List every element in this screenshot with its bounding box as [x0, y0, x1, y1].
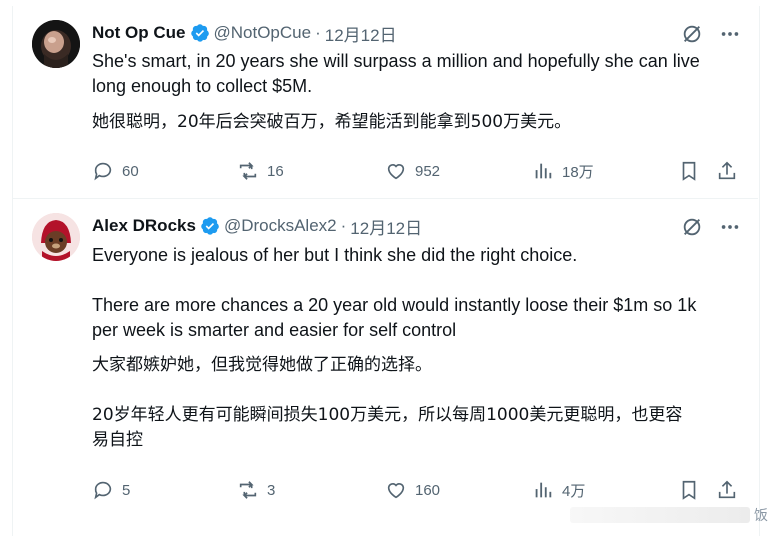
views-count: 4万: [562, 482, 586, 500]
grok-icon[interactable]: [680, 22, 704, 46]
translation-text: 大家都嫉妒她，但我觉得她做了正确的选择。 20岁年轻人更有可能瞬间损失100万美…: [92, 353, 752, 453]
author-name[interactable]: Alex DRocks: [92, 216, 196, 236]
like-count: 160: [415, 481, 441, 499]
tweet[interactable]: Not Op Cue @NotOpCue · 12月12日 She's smar…: [12, 6, 758, 199]
author-handle[interactable]: @DrocksAlex2: [224, 216, 337, 236]
like-button[interactable]: 160: [385, 479, 440, 501]
repost-button[interactable]: 16: [237, 160, 284, 182]
action-bar: 5 3 160 4万: [92, 479, 752, 503]
separator: ·: [340, 216, 347, 235]
tweet-text-line: Everyone is jealous of her but I think s…: [92, 245, 578, 265]
tweet-text-line: She's smart, in 20 years she will surpas…: [92, 51, 700, 71]
share-button[interactable]: [716, 160, 738, 182]
bookmark-button[interactable]: [678, 479, 700, 501]
share-icon: [718, 480, 736, 499]
share-icon: [718, 161, 736, 180]
repost-button[interactable]: 3: [237, 479, 275, 501]
views-button[interactable]: 4万: [532, 479, 585, 501]
views-icon: [535, 482, 552, 498]
avatar[interactable]: [32, 20, 80, 68]
reply-button[interactable]: 60: [92, 160, 139, 182]
like-button[interactable]: 952: [385, 160, 440, 182]
like-icon: [387, 483, 405, 499]
tweet-date[interactable]: 12月12日: [325, 21, 397, 46]
tweet-text: Everyone is jealous of her but I think s…: [92, 243, 752, 343]
action-bar: 60 16 952 18万: [92, 160, 752, 184]
tweet-text: She's smart, in 20 years she will surpas…: [92, 49, 752, 99]
repost-icon: [239, 481, 257, 499]
verified-badge-icon: [200, 216, 220, 236]
separator: ·: [315, 23, 321, 42]
translation-line: 易自控: [92, 430, 143, 450]
more-icon[interactable]: [718, 22, 742, 46]
like-icon: [387, 164, 405, 180]
reply-icon: [94, 162, 112, 181]
tweet-text-line: There are more chances a 20 year old wou…: [92, 295, 697, 315]
reply-button[interactable]: 5: [92, 479, 130, 501]
bookmark-icon: [682, 480, 696, 500]
views-button[interactable]: 18万: [532, 160, 594, 182]
translation-line: 大家都嫉妒她，但我觉得她做了正确的选择。: [92, 355, 432, 375]
bookmark-button[interactable]: [678, 160, 700, 182]
translation-line: 她很聪明，20年后会突破百万，希望能活到能拿到500万美元。: [92, 112, 572, 132]
watermark-bar: [570, 507, 750, 523]
repost-count: 16: [267, 162, 284, 180]
repost-count: 3: [267, 481, 276, 499]
reply-count: 5: [122, 481, 131, 499]
tweet-date[interactable]: 12月12日: [350, 214, 422, 239]
like-count: 952: [415, 162, 441, 180]
author-handle[interactable]: @NotOpCue: [214, 23, 312, 43]
tweet-header: Not Op Cue @NotOpCue · 12月12日: [92, 21, 397, 46]
watermark-text: 饭: [754, 507, 768, 523]
watermark: 饭: [570, 504, 768, 526]
repost-icon: [239, 162, 257, 180]
translation-line: 20岁年轻人更有可能瞬间损失100万美元，所以每周1000美元更聪明，也更容: [92, 405, 683, 425]
tweet-header: Alex DRocks @DrocksAlex2 · 12月12日: [92, 214, 422, 239]
author-name[interactable]: Not Op Cue: [92, 23, 186, 43]
views-icon: [535, 163, 552, 179]
tweet[interactable]: Alex DRocks @DrocksAlex2 · 12月12日 Everyo…: [12, 199, 758, 529]
tweet-text-line: per week is smarter and easier for self …: [92, 320, 457, 340]
tweet-text-line: long enough to collect $5M.: [92, 76, 313, 96]
bookmark-icon: [682, 161, 696, 181]
share-button[interactable]: [716, 479, 738, 501]
reply-count: 60: [122, 162, 139, 180]
views-count: 18万: [562, 163, 594, 181]
reply-icon: [94, 481, 112, 500]
more-icon[interactable]: [718, 215, 742, 239]
translation-text: 她很聪明，20年后会突破百万，希望能活到能拿到500万美元。: [92, 110, 752, 135]
avatar[interactable]: [32, 213, 80, 261]
verified-badge-icon: [190, 23, 210, 43]
grok-icon[interactable]: [680, 215, 704, 239]
